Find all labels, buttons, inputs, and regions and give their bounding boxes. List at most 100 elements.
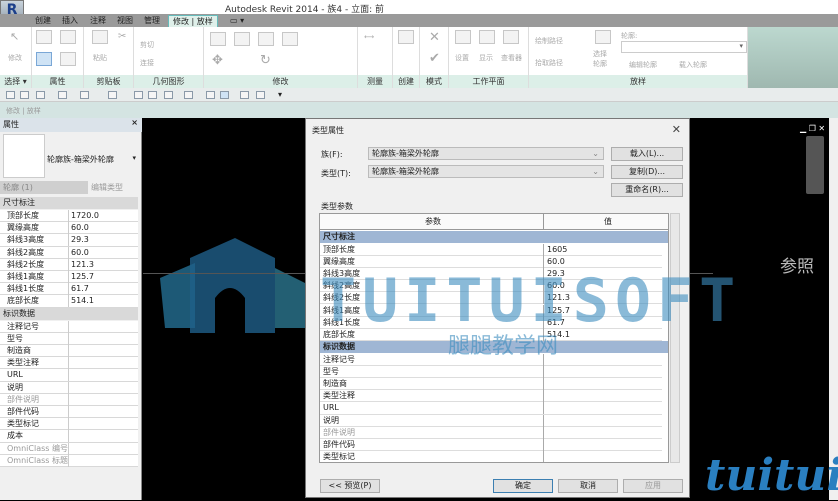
viewer-button[interactable]: 查看器 [501,53,522,63]
edit-profile-button[interactable]: 编辑轮廓 [629,60,657,70]
property-row[interactable]: 斜线1高度 125.7 [0,271,138,284]
properties-icon[interactable] [36,30,52,44]
property-value[interactable] [68,418,71,431]
parameter-value[interactable] [543,378,547,390]
customize-dropdown-icon[interactable]: ▾ [278,90,282,99]
family-category-icon[interactable] [60,52,76,66]
property-row[interactable]: 成本 [0,430,138,443]
property-row[interactable]: 类型注释 [0,357,138,370]
sketch-path-button[interactable]: 绘制路径 [535,36,563,46]
parameter-row[interactable]: 部件说明 [320,426,662,439]
cut-icon[interactable]: ✂ [118,31,126,42]
mirror-axis-icon[interactable] [258,32,274,46]
property-row[interactable]: 底部长度 514.1 [0,295,138,308]
property-row[interactable]: 类型标记 [0,418,138,431]
property-row[interactable]: URL [0,369,138,382]
measure-icon[interactable]: ⟷ [364,33,374,41]
property-value[interactable] [68,357,71,370]
ok-button[interactable]: 确定 [493,479,553,493]
property-value[interactable]: 514.1 [68,295,94,308]
finish-mode-icon[interactable]: ✔ [429,51,440,66]
property-row[interactable]: 顶部长度 1720.0 [0,210,138,223]
property-row[interactable]: 斜线1长度 61.7 [0,283,138,296]
instance-filter[interactable]: 轮廓 (1) [0,181,88,194]
parameter-group[interactable]: 尺寸标注 [320,231,668,243]
tab-manage[interactable]: 管理 [144,15,160,27]
close-hidden-icon[interactable] [240,91,249,99]
property-value[interactable]: 1720.0 [68,210,99,222]
sync-icon[interactable] [36,91,45,99]
parameter-row[interactable]: 说明 [320,414,662,427]
tag-icon[interactable] [148,91,157,99]
tab-extra-dropdown[interactable]: ▭ ▾ [230,15,244,27]
tab-annotate[interactable]: 注释 [90,15,106,27]
select-profile-button[interactable]: 选择轮廓 [593,49,613,69]
parameter-row[interactable]: 类型注释 [320,390,662,403]
close-icon[interactable]: × [131,118,138,127]
parameter-row[interactable]: URL [320,402,662,415]
parameter-row[interactable]: 类型标记 [320,451,662,462]
mirror-draw-icon[interactable] [282,32,298,46]
column-header-parameter[interactable]: 参数 [425,216,441,227]
property-row[interactable]: 部件代码 [0,406,138,419]
thin-lines-icon[interactable] [220,91,229,99]
property-value[interactable]: 60.0 [68,222,89,235]
parameter-value[interactable] [543,439,547,451]
show-workplane-icon[interactable] [479,30,495,44]
set-workplane-icon[interactable] [455,30,471,44]
properties-active-icon[interactable] [36,52,52,66]
parameter-value[interactable]: 1605 [543,243,567,256]
paste-button[interactable]: 粘贴 [93,53,107,63]
property-value[interactable]: 61.7 [68,283,89,296]
switch-windows-icon[interactable] [256,91,265,99]
create-group-icon[interactable] [398,30,414,44]
duplicate-button[interactable]: 复制(D)... [611,165,683,179]
modify-button[interactable]: 修改 [8,53,22,63]
property-value[interactable] [68,381,71,394]
family-types-icon[interactable] [60,30,76,44]
dimension-icon[interactable] [134,91,143,99]
view-window-controls[interactable]: ▁ ❐ ✕ [800,124,825,133]
load-button[interactable]: 载入(L)... [611,147,683,161]
tab-view[interactable]: 视图 [117,15,133,27]
property-value[interactable] [68,369,71,382]
tab-modify-sweep[interactable]: 修改 | 放样 [168,15,218,27]
load-profile-button[interactable]: 载入轮廓 [679,60,707,70]
apply-button[interactable]: 应用 [623,479,683,493]
text-icon[interactable] [164,91,173,99]
canvas-scrollbar[interactable] [829,118,838,500]
pick-path-button[interactable]: 拾取路径 [535,58,563,68]
property-value[interactable]: 29.3 [68,234,89,247]
family-dropdown[interactable]: 轮廓族-箱梁外轮廓 ⌄ [368,147,604,160]
property-row[interactable]: 斜线3高度 29.3 [0,234,138,247]
table-scrollbar[interactable] [670,213,680,463]
show-button[interactable]: 显示 [479,53,493,63]
cut-geometry-button[interactable]: 剪切 [140,40,154,50]
join-geometry-button[interactable]: 连接 [140,58,154,68]
property-row[interactable]: 部件说明 [0,393,138,406]
property-value[interactable] [68,345,71,357]
property-row[interactable]: 型号 [0,332,138,345]
set-button[interactable]: 设置 [455,53,469,63]
property-row[interactable]: 注释记号 [0,320,138,333]
parameter-row[interactable]: 顶部长度 1605 [320,243,662,256]
property-value[interactable] [68,406,71,418]
preview-button[interactable]: << 预览(P) [320,479,380,493]
parameter-value[interactable] [543,390,547,403]
property-row[interactable]: OmniClass 标题 [0,454,138,467]
parameter-value[interactable] [543,365,547,378]
edit-type-button[interactable]: 编辑类型 [91,181,123,194]
parameter-value[interactable] [543,451,547,462]
3d-view-icon[interactable] [184,91,193,99]
property-value[interactable] [68,332,71,345]
type-dropdown[interactable]: 轮廓族-箱梁外轮廓 ⌄ [368,165,604,178]
save-icon[interactable] [20,91,29,99]
parameter-value[interactable] [543,426,547,439]
property-group[interactable]: 尺寸标注 [0,197,138,209]
property-row[interactable]: 斜线2长度 121.3 [0,258,138,271]
property-row[interactable]: 制造商 [0,345,138,358]
property-value[interactable] [68,320,71,333]
undo-icon[interactable] [58,91,67,99]
close-icon[interactable]: ✕ [672,123,681,136]
paste-icon[interactable] [92,30,108,44]
